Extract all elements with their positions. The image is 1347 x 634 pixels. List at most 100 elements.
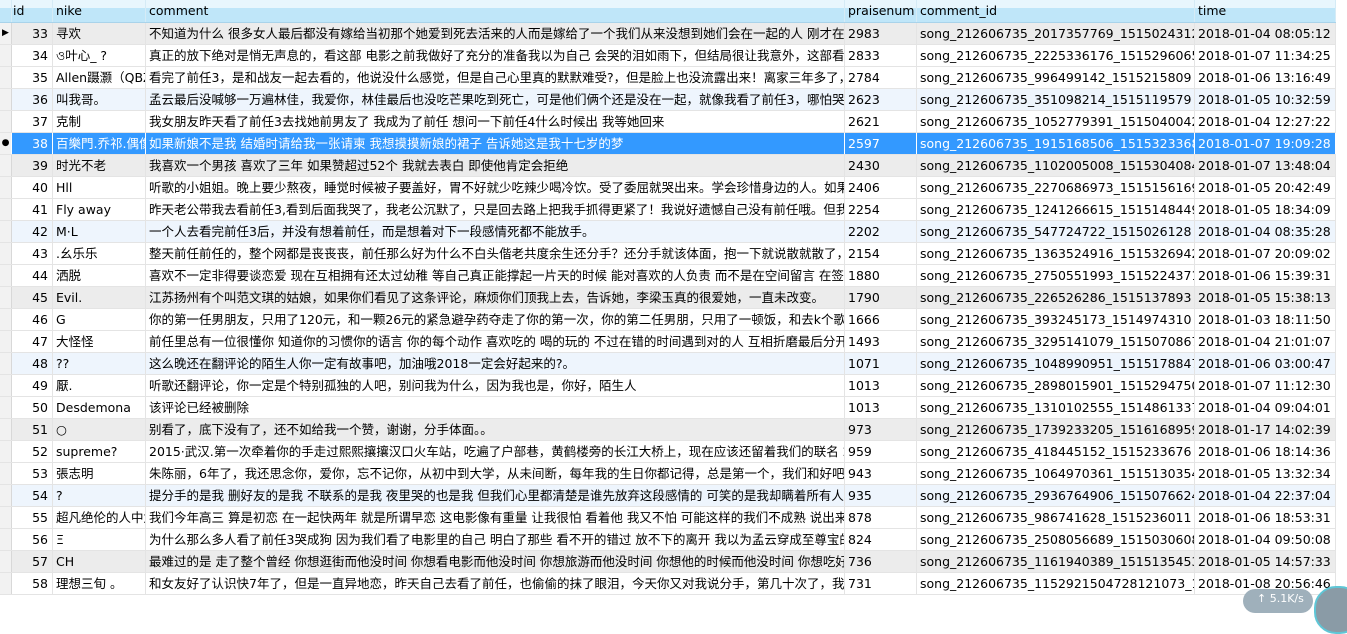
cell-nike[interactable]: 洒脱: [53, 265, 146, 286]
cell-nike[interactable]: ○: [53, 419, 146, 440]
cell-praisenum[interactable]: 878: [845, 507, 917, 528]
cell-comment[interactable]: 江苏扬州有个叫范文琪的姑娘，如果你们看见了这条评论，麻烦你们顶我上去，告诉她，李…: [146, 287, 845, 308]
column-header-id[interactable]: id: [12, 0, 53, 22]
cell-nike[interactable]: Evil.: [53, 287, 146, 308]
row-indicator[interactable]: [0, 177, 12, 198]
cell-comment-id[interactable]: song_212606735_1048990951_1515178847: [917, 353, 1195, 374]
cell-id[interactable]: 38: [12, 133, 53, 154]
cell-time[interactable]: 2018-01-06 13:16:49: [1195, 67, 1336, 88]
cell-time[interactable]: 2018-01-06 15:39:31: [1195, 265, 1336, 286]
row-indicator[interactable]: [0, 551, 12, 572]
cell-nike[interactable]: 百樂門.乔祁.偶像: [53, 133, 146, 154]
cell-comment[interactable]: 不知道为什么 很多女人最后都没有嫁给当初那个她爱到死去活来的人而是嫁给了一个我们…: [146, 23, 845, 44]
row-indicator[interactable]: [0, 375, 12, 396]
cell-id[interactable]: 33: [12, 23, 53, 44]
cell-comment-id[interactable]: song_212606735_115292150472812107​3_1515…: [917, 573, 1195, 594]
cell-comment[interactable]: 和女友好了认识快7年了，但是一直异地恋，昨天自己去看了前任，也偷偷的抹了眼泪，今…: [146, 573, 845, 594]
cell-id[interactable]: 37: [12, 111, 53, 132]
cell-praisenum[interactable]: 2154: [845, 243, 917, 264]
cell-comment-id[interactable]: song_212606735_2508056689_1515030608: [917, 529, 1195, 550]
cell-praisenum[interactable]: 1880: [845, 265, 917, 286]
row-indicator[interactable]: [0, 199, 12, 220]
row-indicator[interactable]: [0, 573, 12, 594]
cell-nike[interactable]: 大怪怪: [53, 331, 146, 352]
table-row[interactable]: 37 克制 我女朋友昨天看了前任3去找她前男友了 我成为了前任 想问一下前任4什么时…: [0, 111, 1336, 133]
cell-nike[interactable]: .幺乐乐: [53, 243, 146, 264]
cell-comment[interactable]: 孟云最后没喊够一万遍林佳，我爱你，林佳最后也没吃芒果吃到死亡，可是他们俩个还是没…: [146, 89, 845, 110]
cell-comment[interactable]: 我女朋友昨天看了前任3去找她前男友了 我成为了前任 想问一下前任4什么时候出 我…: [146, 111, 845, 132]
table-row[interactable]: 44 洒脱 喜欢不一定非得要谈恋爱 现在互相拥有还太过幼稚 等自己真正能撑起一片天的…: [0, 265, 1336, 287]
cell-time[interactable]: 2018-01-04 22:37:04: [1195, 485, 1336, 506]
cell-time[interactable]: 2018-01-05 14:57:33: [1195, 551, 1336, 572]
table-row[interactable]: ▶ 33 寻欢 不知道为什么 很多女人最后都没有嫁给当初那个她爱到死去活来的人而是嫁给…: [0, 23, 1336, 45]
cell-comment-id[interactable]: song_212606735_1052779391_1515040042: [917, 111, 1195, 132]
cell-id[interactable]: 36: [12, 89, 53, 110]
cell-comment-id[interactable]: song_212606735_1161940389_1515135453: [917, 551, 1195, 572]
cell-praisenum[interactable]: 1013: [845, 375, 917, 396]
cell-praisenum[interactable]: 2254: [845, 199, 917, 220]
cell-comment-id[interactable]: song_212606735_1310102555_1514861337_193: [917, 397, 1195, 418]
cell-id[interactable]: 39: [12, 155, 53, 176]
row-indicator[interactable]: [0, 331, 12, 352]
cell-comment[interactable]: 最难过的是 走了整个曾经 你想逛街而他没时间 你想看电影而他没时间 你想旅游而他…: [146, 551, 845, 572]
cell-time[interactable]: 2018-01-03 18:11:50: [1195, 309, 1336, 330]
cell-comment[interactable]: 我喜欢一个男孩 喜欢了三年 如果赞超过52个 我就去表白 即使他肯定会拒绝: [146, 155, 845, 176]
cell-comment[interactable]: 如果新娘不是我 结婚时请给我一张请柬 我想摸摸新娘的裙子 告诉她这是我十七岁的梦: [146, 133, 845, 154]
column-header-comment-id[interactable]: comment_id: [917, 0, 1195, 22]
table-row[interactable]: ● 38 百樂門.乔祁.偶像 如果新娘不是我 结婚时请给我一张请柬 我想摸摸新娘的裙子…: [0, 133, 1336, 155]
cell-time[interactable]: 2018-01-05 18:34:09: [1195, 199, 1336, 220]
cell-id[interactable]: 35: [12, 67, 53, 88]
table-row[interactable]: 49 厭. 听歌还翻评论，你一定是个特别孤独的人吧，别问我为什么，因为我也是，你好，…: [0, 375, 1336, 397]
cell-nike[interactable]: supreme?: [53, 441, 146, 462]
cell-praisenum[interactable]: 2833: [845, 45, 917, 66]
cell-comment-id[interactable]: song_212606735_1064970361_1515130354: [917, 463, 1195, 484]
network-speed-widget[interactable]: ↑ 5.1K/s: [1243, 589, 1313, 613]
cell-comment-id[interactable]: song_212606735_2898015901_1515294750: [917, 375, 1195, 396]
table-row[interactable]: 45 Evil. 江苏扬州有个叫范文琪的姑娘，如果你们看见了这条评论，麻烦你们顶我上…: [0, 287, 1336, 309]
cell-praisenum[interactable]: 1666: [845, 309, 917, 330]
cell-time[interactable]: 2018-01-04 09:50:08: [1195, 529, 1336, 550]
table-row[interactable]: 40 Hll 听歌的小姐姐。晚上要少熬夜，睡觉时候被子要盖好，胃不好就少吃辣少喝冷饮…: [0, 177, 1336, 199]
cell-id[interactable]: 51: [12, 419, 53, 440]
cell-comment-id[interactable]: song_212606735_1739233205_1516168959: [917, 419, 1195, 440]
cell-comment-id[interactable]: song_212606735_1363524916_1515326942: [917, 243, 1195, 264]
cell-id[interactable]: 34: [12, 45, 53, 66]
table-row[interactable]: 35 Allen蹑灏（QBZ 看完了前任3，是和战友一起去看的，他说没什么感觉，但是…: [0, 67, 1336, 89]
cell-comment[interactable]: 昨天老公带我去看前任3,看到后面我哭了，我老公沉默了，只是回去路上把我手抓得更紧…: [146, 199, 845, 220]
table-row[interactable]: 46 G 你的第一任男朋友，只用了120元，和一颗26元的紧急避孕药夺走了你的第一次…: [0, 309, 1336, 331]
cell-id[interactable]: 49: [12, 375, 53, 396]
cell-id[interactable]: 42: [12, 221, 53, 242]
table-row[interactable]: 55超凡绝伦的人中龙我们今年高三 算是初恋 在一起快两年 就是所谓早恋 这电影像…: [0, 507, 1336, 529]
column-header-comment[interactable]: comment: [146, 0, 845, 22]
cell-time[interactable]: 2018-01-07 11:12:30: [1195, 375, 1336, 396]
row-indicator[interactable]: [0, 45, 12, 66]
row-indicator[interactable]: [0, 441, 12, 462]
cell-time[interactable]: 2018-01-05 13:32:34: [1195, 463, 1336, 484]
row-indicator[interactable]: [0, 155, 12, 176]
row-indicator[interactable]: [0, 287, 12, 308]
cell-praisenum[interactable]: 2430: [845, 155, 917, 176]
cell-id[interactable]: 53: [12, 463, 53, 484]
row-indicator[interactable]: [0, 89, 12, 110]
current-row-arrow-icon[interactable]: ▶: [0, 23, 12, 44]
cell-nike[interactable]: 理想三旬 。: [53, 573, 146, 594]
cell-id[interactable]: 58: [12, 573, 53, 594]
table-row[interactable]: 54? 提分手的是我 删好友的是我 不联系的是我 夜里哭的也是我 但我们心里都清楚…: [0, 485, 1336, 507]
cell-praisenum[interactable]: 731: [845, 573, 917, 594]
cell-praisenum[interactable]: 959: [845, 441, 917, 462]
cell-comment-id[interactable]: song_212606735_547724722_1515026128: [917, 221, 1195, 242]
table-row[interactable]: 42 M·L 一个人去看完前任3后，并没有想着前任，而是想着对下一段感情死都不能放手…: [0, 221, 1336, 243]
cell-nike[interactable]: Ξ: [53, 529, 146, 550]
cell-nike[interactable]: Desdemona: [53, 397, 146, 418]
cell-praisenum[interactable]: 2983: [845, 23, 917, 44]
cell-id[interactable]: 55: [12, 507, 53, 528]
cell-time[interactable]: 2018-01-06 18:14:36: [1195, 441, 1336, 462]
cell-praisenum[interactable]: 943: [845, 463, 917, 484]
cell-comment-id[interactable]: song_212606735_351098214_1515119579: [917, 89, 1195, 110]
row-indicator[interactable]: [0, 463, 12, 484]
cell-praisenum[interactable]: 2623: [845, 89, 917, 110]
cell-comment[interactable]: 朱陈丽，6年了，我还思念你，爱你，忘不记你，从初中到大学，从未间断，每年我的生日…: [146, 463, 845, 484]
cell-time[interactable]: 2018-01-05 10:32:59: [1195, 89, 1336, 110]
table-row[interactable]: 52 supreme? 2015·武汉.第一次牵着你的手走过熙熙攘攘汉口火车站，吃遍…: [0, 441, 1336, 463]
row-indicator[interactable]: [0, 309, 12, 330]
